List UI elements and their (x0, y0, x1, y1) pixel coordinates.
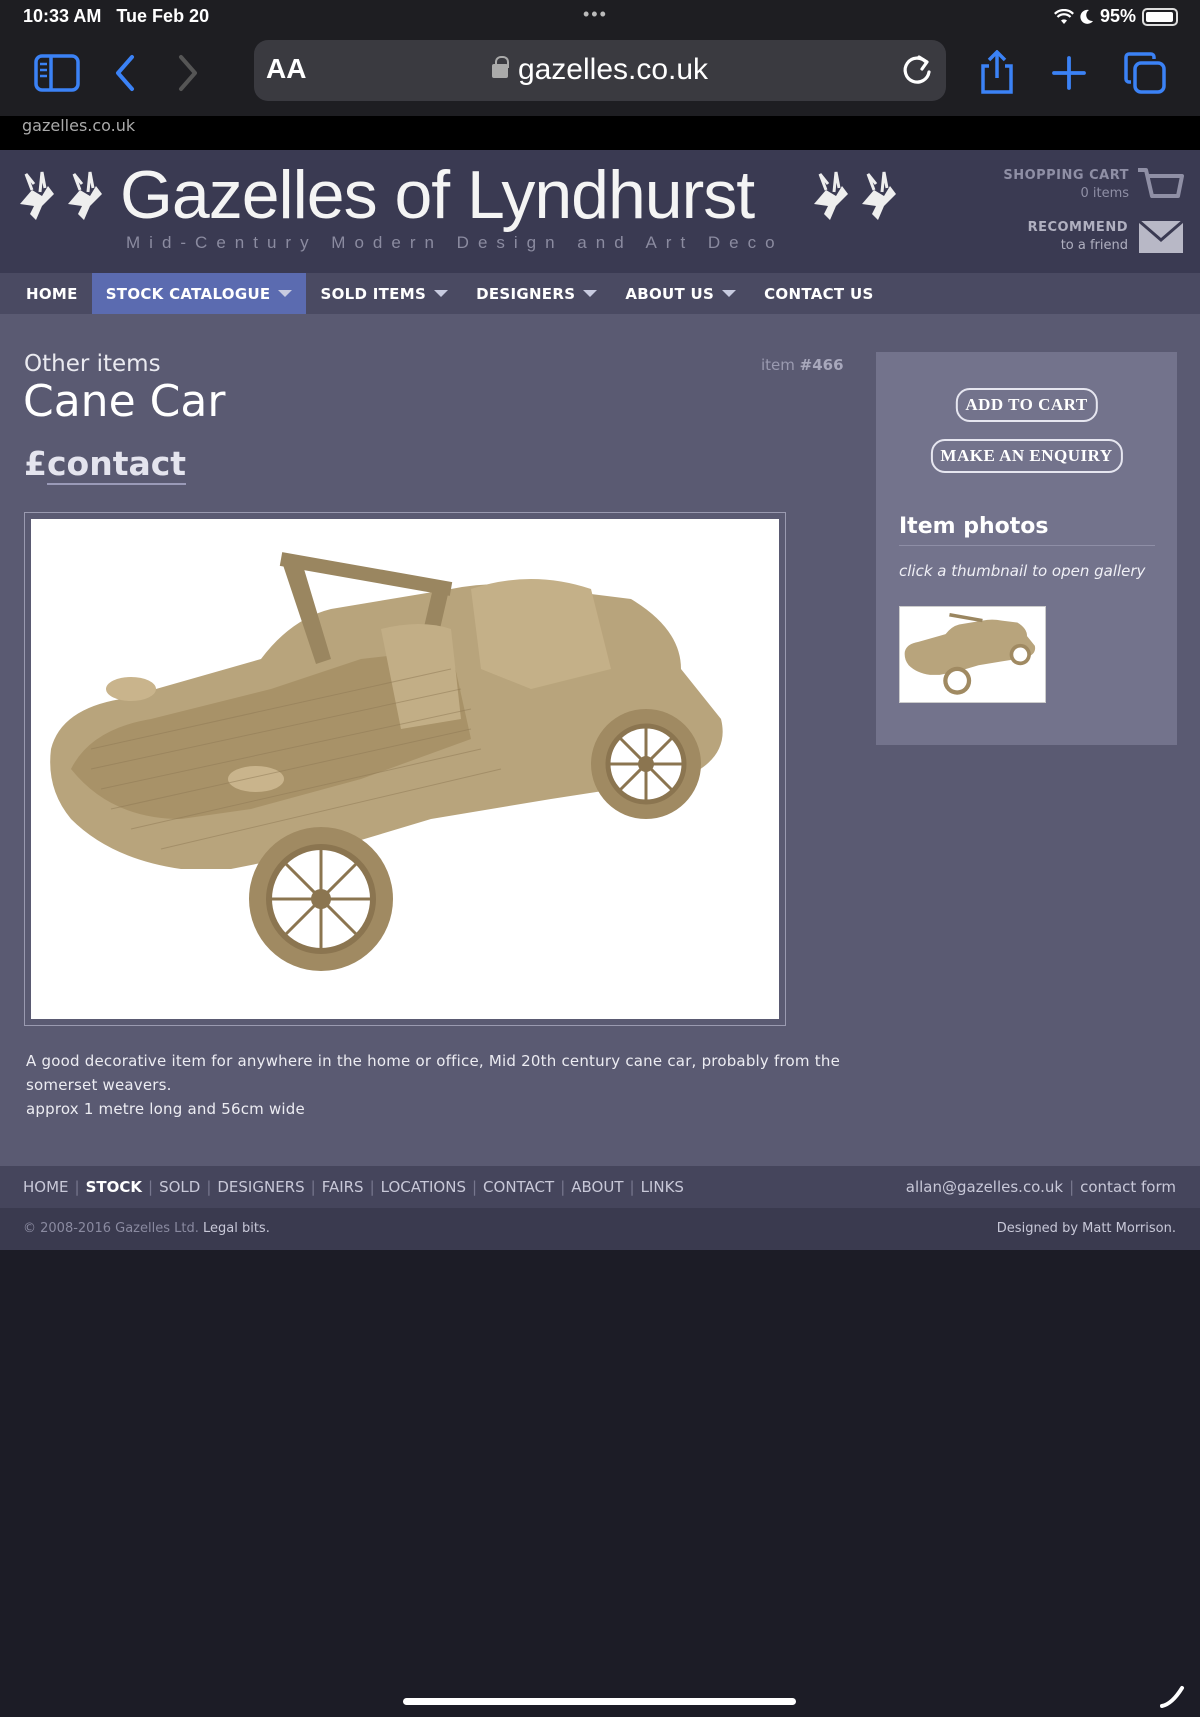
footer-email-link[interactable]: allan@gazelles.co.uk (906, 1178, 1063, 1196)
gazelle-logo-icon (814, 171, 896, 220)
footer-link-about[interactable]: ABOUT (571, 1178, 623, 1196)
browser-toolbar: AA gazelles.co.uk (0, 34, 1200, 116)
photo-thumbnail[interactable] (899, 606, 1046, 703)
lock-icon (491, 56, 509, 79)
wifi-icon (1053, 8, 1074, 24)
page-domain-label: gazelles.co.uk (22, 116, 136, 135)
home-indicator[interactable] (403, 1698, 796, 1705)
chevron-down-icon (434, 290, 449, 297)
status-right: 95% (1053, 6, 1178, 27)
add-to-cart-button[interactable]: ADD TO CART (955, 388, 1098, 422)
nav-stock-label: STOCK CATALOGUE (105, 284, 271, 303)
nav-designers-label: DESIGNERS (476, 284, 576, 303)
price-contact-link[interactable]: contact (46, 444, 187, 485)
sidebar-toggle-icon[interactable] (32, 48, 82, 98)
forward-icon[interactable] (163, 48, 213, 98)
site-logo-title[interactable]: Gazelles of Lyndhurst (120, 156, 755, 234)
reload-icon[interactable] (900, 52, 934, 92)
footer-link-contact[interactable]: CONTACT (483, 1178, 554, 1196)
nav-home[interactable]: HOME (12, 273, 92, 314)
cart-icon[interactable] (1136, 166, 1184, 206)
main-nav: HOME STOCK CATALOGUE SOLD ITEMS DESIGNER… (0, 273, 1200, 314)
cart-heading: SHOPPING CART (1003, 168, 1129, 183)
item-content: Other items item #466 Cane Car £contact (0, 314, 1200, 1166)
shopping-cart-link[interactable]: SHOPPING CART 0 items (1003, 168, 1129, 201)
footer-link-stock[interactable]: STOCK (86, 1178, 142, 1196)
footer-link-links[interactable]: LINKS (641, 1178, 684, 1196)
item-number: item #466 (761, 356, 844, 374)
footer-contact-form-link[interactable]: contact form (1080, 1178, 1176, 1196)
footer-links: HOME | STOCK | SOLD | DESIGNERS | FAIRS | LOCATION… (23, 1178, 684, 1196)
recommend-link[interactable]: RECOMMEND to a friend (1028, 220, 1128, 253)
designer-credit[interactable]: Designed by Matt Morrison. (997, 1221, 1176, 1236)
nav-about-label: ABOUT US (625, 284, 715, 303)
address-bar[interactable]: AA gazelles.co.uk (254, 40, 946, 101)
status-date: Tue Feb 20 (116, 6, 210, 26)
description-line-2: approx 1 metre long and 56cm wide (26, 1100, 305, 1118)
page-title: Cane Car (23, 376, 226, 427)
mail-icon[interactable] (1138, 220, 1184, 254)
footer-contact: allan@gazelles.co.uk | contact form (905, 1178, 1176, 1196)
footer-nav: HOME | STOCK | SOLD | DESIGNERS | FAIRS | LOCATION… (0, 1166, 1200, 1208)
nav-contact-us[interactable]: CONTACT US (750, 273, 887, 314)
chevron-down-icon (722, 290, 737, 297)
item-number-value: #466 (799, 356, 844, 374)
status-bar: 10:33 AM Tue Feb 20 ••• 95% (0, 0, 1200, 34)
footer-link-sold[interactable]: SOLD (159, 1178, 200, 1196)
site-tagline: Mid-Century Modern Design and Art Deco (126, 233, 784, 252)
cane-car-thumbnail-image (900, 607, 1045, 702)
footer-copyright-bar: © 2008-2016 Gazelles Ltd. Legal bits. De… (0, 1208, 1200, 1250)
tabs-overview-icon[interactable] (1120, 48, 1170, 98)
gazelle-logo-icon (20, 171, 102, 220)
item-category[interactable]: Other items (24, 351, 161, 377)
status-time: 10:33 AM Tue Feb 20 (23, 6, 209, 27)
copyright-text: © 2008-2016 Gazelles Ltd. (23, 1221, 199, 1236)
nav-about-us[interactable]: ABOUT US (611, 273, 750, 314)
item-price: £contact (24, 444, 187, 485)
price-symbol: £ (24, 444, 47, 483)
recommend-sub: to a friend (1060, 238, 1128, 253)
back-icon[interactable] (100, 48, 150, 98)
nav-designers[interactable]: DESIGNERS (462, 273, 611, 314)
description-line-1: A good decorative item for anywhere in t… (26, 1052, 840, 1094)
make-enquiry-button[interactable]: MAKE AN ENQUIRY (930, 439, 1123, 473)
cart-count: 0 items (1080, 186, 1129, 201)
page-title-strip: gazelles.co.uk (0, 116, 1200, 150)
cane-car-image (31, 519, 779, 1019)
pencil-corner-icon[interactable] (1158, 1682, 1186, 1710)
chevron-down-icon (583, 290, 598, 297)
nav-home-label: HOME (26, 284, 78, 303)
site-header: Gazelles of Lyndhurst Mid-Century Modern… (0, 150, 1200, 273)
footer-link-home[interactable]: HOME (23, 1178, 69, 1196)
multitask-dots-icon[interactable]: ••• (583, 4, 608, 25)
item-number-label: item (761, 356, 795, 374)
item-photos-hint: click a thumbnail to open gallery (899, 562, 1146, 580)
nav-sold-label: SOLD ITEMS (320, 284, 427, 303)
item-sidebar: ADD TO CART MAKE AN ENQUIRY Item photos … (876, 352, 1177, 745)
footer-link-fairs[interactable]: FAIRS (322, 1178, 364, 1196)
nav-sold-items[interactable]: SOLD ITEMS (306, 273, 462, 314)
battery-icon (1142, 7, 1178, 26)
status-clock: 10:33 AM (23, 6, 102, 26)
footer-link-locations[interactable]: LOCATIONS (381, 1178, 466, 1196)
nav-stock-catalogue[interactable]: STOCK CATALOGUE (91, 273, 307, 314)
item-photos-heading: Item photos (899, 514, 1155, 546)
moon-icon (1080, 9, 1093, 24)
footer-link-designers[interactable]: DESIGNERS (217, 1178, 304, 1196)
recommend-heading: RECOMMEND (1027, 220, 1128, 235)
chevron-down-icon (278, 290, 293, 297)
share-icon[interactable] (972, 48, 1022, 98)
footer-copyright: © 2008-2016 Gazelles Ltd. Legal bits. (23, 1221, 270, 1236)
url-text: gazelles.co.uk (517, 53, 709, 86)
item-description: A good decorative item for anywhere in t… (26, 1049, 840, 1121)
nav-contact-label: CONTACT US (764, 284, 874, 303)
battery-percent: 95% (1099, 6, 1136, 26)
new-tab-icon[interactable] (1044, 48, 1094, 98)
legal-link[interactable]: Legal bits. (203, 1221, 270, 1236)
main-item-photo[interactable] (24, 512, 786, 1026)
url-display[interactable]: gazelles.co.uk (254, 53, 946, 87)
